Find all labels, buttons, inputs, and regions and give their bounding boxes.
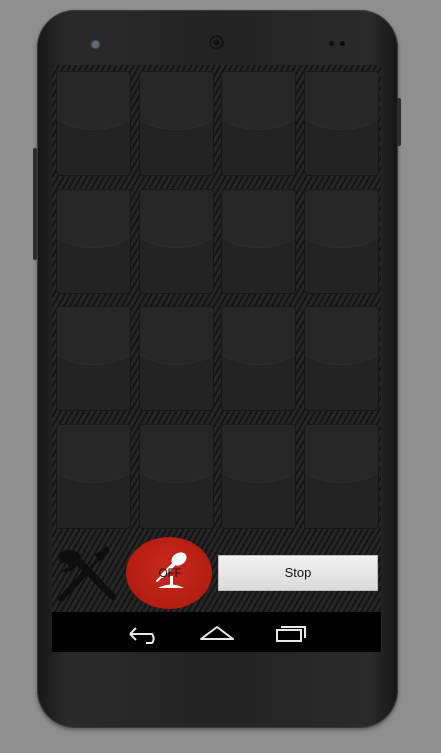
back-arrow-icon[interactable] [120,619,164,647]
earpiece [209,35,224,50]
power-button [397,98,401,146]
stop-button[interactable]: Stop [218,555,378,591]
sound-pad-9[interactable] [56,306,131,411]
sound-pad-4[interactable] [304,71,379,176]
sound-pad-5[interactable] [56,189,131,294]
wrench-screwdriver-icon[interactable] [55,545,123,603]
record-status-label: OFF [158,566,182,580]
sound-pad-16[interactable] [304,424,379,529]
sound-pad-10[interactable] [139,306,214,411]
sound-pad-8[interactable] [304,189,379,294]
sound-pad-2[interactable] [139,71,214,176]
sound-pad-7[interactable] [221,189,296,294]
volume-button [33,148,37,260]
front-sensor [92,41,99,48]
sound-pad-1[interactable] [56,71,131,176]
home-icon[interactable] [195,619,239,647]
proximity-sensor [329,41,334,46]
recent-apps-icon[interactable] [269,619,313,647]
sound-pad-3[interactable] [221,71,296,176]
sound-pad-13[interactable] [56,424,131,529]
sound-pad-14[interactable] [139,424,214,529]
sound-pad-15[interactable] [221,424,296,529]
light-sensor [340,41,345,46]
sound-pad-6[interactable] [139,189,214,294]
sound-pad-11[interactable] [221,306,296,411]
sound-pad-12[interactable] [304,306,379,411]
